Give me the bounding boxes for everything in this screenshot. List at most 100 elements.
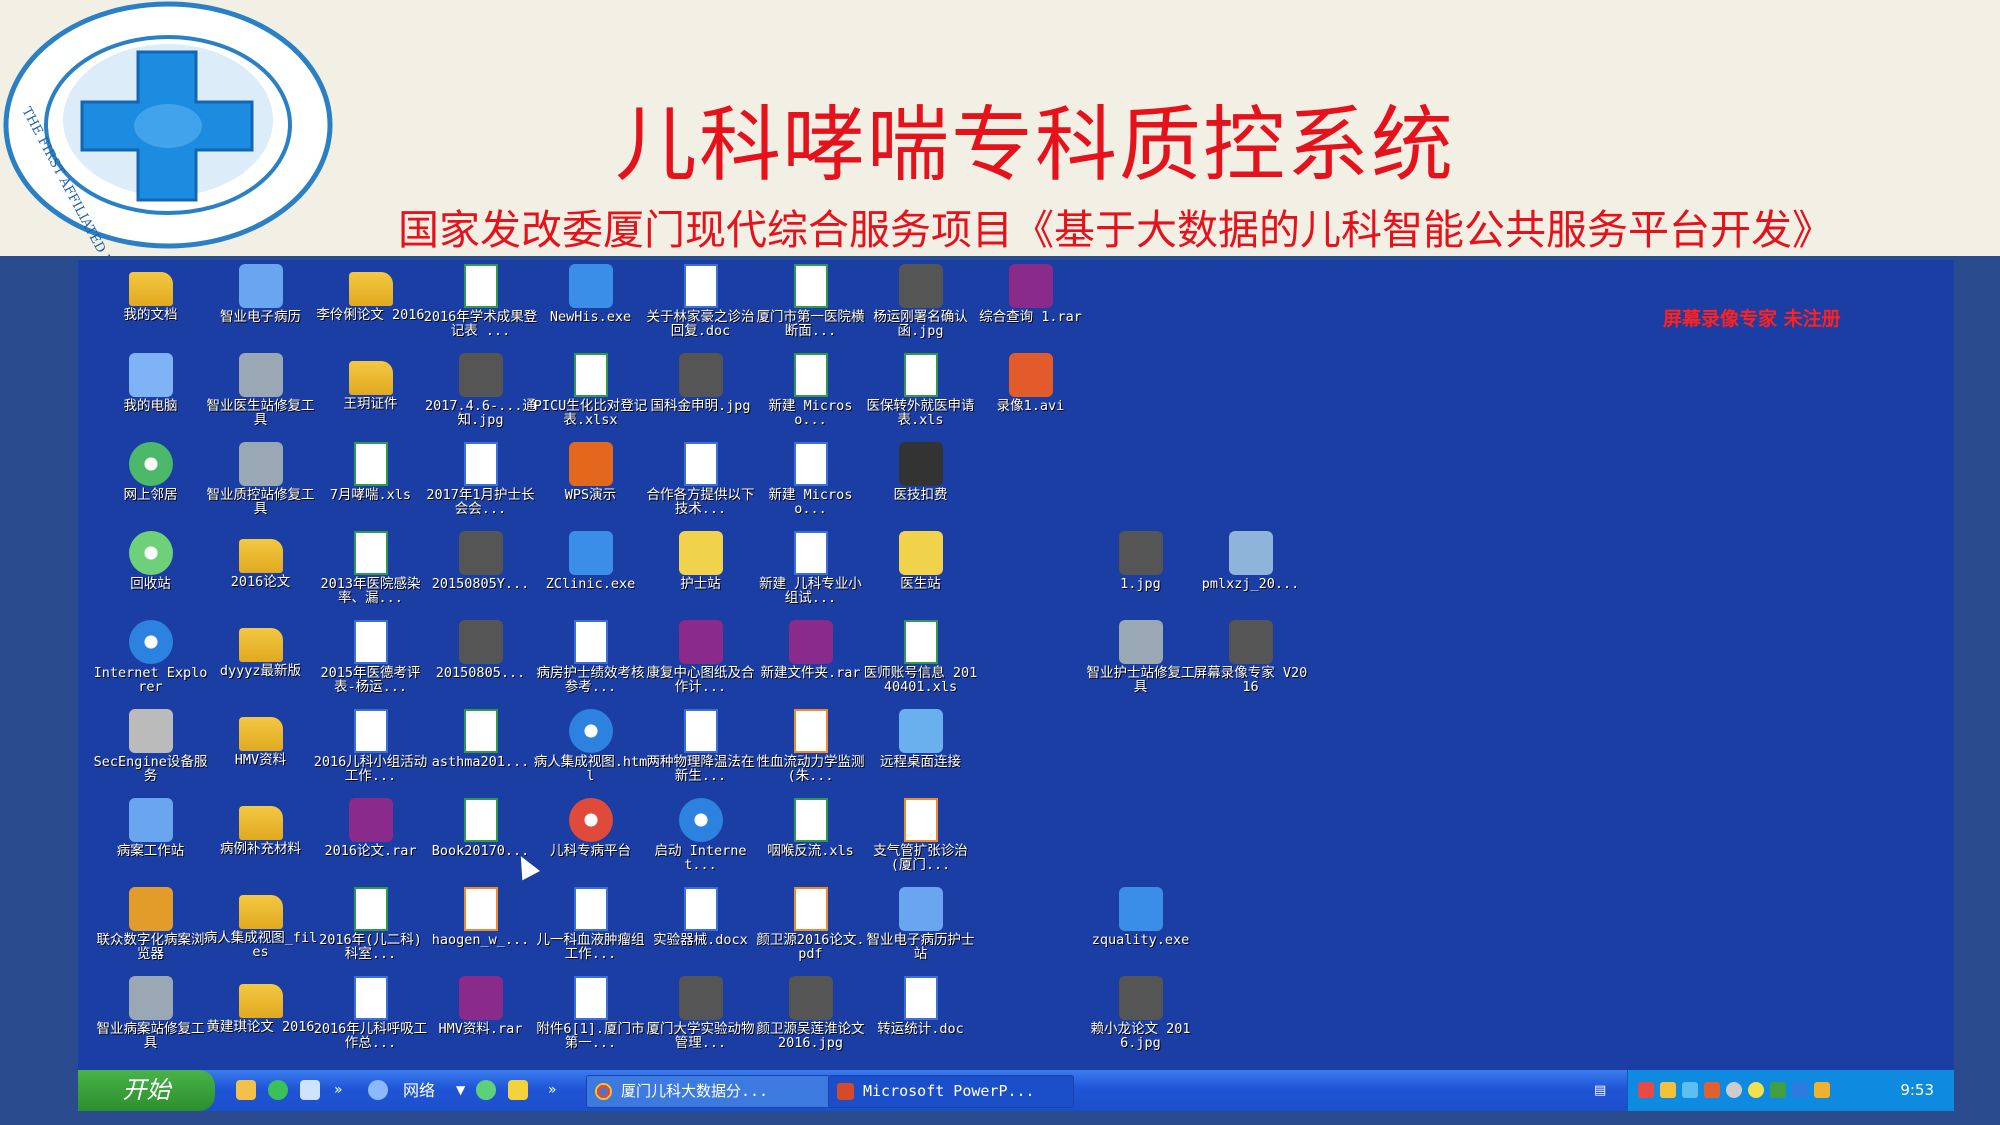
desktop-icon[interactable]: 智业电子病历护士站 xyxy=(863,887,978,961)
desktop-icon[interactable]: 颜卫源2016论文.pdf xyxy=(753,887,868,961)
desktop-icon[interactable]: SecEngine设备服务 xyxy=(93,709,208,783)
task-button-chrome[interactable]: 厦门儿科大数据分... xyxy=(586,1075,830,1108)
taskbar-overflow-chevron[interactable]: » xyxy=(548,1070,557,1111)
desktop-icon[interactable]: 李伶俐论文 2016 xyxy=(313,264,428,322)
desktop-icon[interactable]: 20150805Y... xyxy=(423,531,538,591)
desktop-icon[interactable]: 国科金申明.jpg xyxy=(643,353,758,413)
desktop-icon[interactable]: 厦门大学实验动物管理... xyxy=(643,976,758,1050)
desktop-icon[interactable]: 2016论文.rar xyxy=(313,798,428,858)
desktop-icon[interactable]: 合作各方提供以下技术... xyxy=(643,442,758,516)
desktop-icon[interactable]: 智业质控站修复工具 xyxy=(203,442,318,516)
desktop-icon[interactable]: pmlxzj_20... xyxy=(1193,531,1308,591)
desktop-icon[interactable]: 我的文档 xyxy=(93,264,208,322)
desktop-icon[interactable]: 20150805... xyxy=(423,620,538,680)
desktop-icon[interactable]: 智业护士站修复工具 xyxy=(1083,620,1198,694)
anchor-app-icon[interactable] xyxy=(508,1080,528,1100)
desktop-icon[interactable]: 病房护士绩效考核参考... xyxy=(533,620,648,694)
desktop-icon[interactable]: dyyyz最新版 xyxy=(203,620,318,678)
desktop-icon[interactable]: 综合查询 1.rar xyxy=(973,264,1088,324)
desktop-icon[interactable]: 赖小龙论文 2016.jpg xyxy=(1083,976,1198,1050)
tray-icon-4[interactable] xyxy=(1704,1082,1720,1098)
desktop-icon[interactable]: ZClinic.exe xyxy=(533,531,648,591)
desktop-icon[interactable]: 2013年医院感染率、漏... xyxy=(313,531,428,605)
desktop-icon[interactable]: 2017.4.6-...通知.jpg xyxy=(423,353,538,427)
desktop-icon[interactable]: HMV资料.rar xyxy=(423,976,538,1036)
tray-icon-6[interactable] xyxy=(1748,1082,1764,1098)
task-button-powerpoint[interactable]: Microsoft PowerP... xyxy=(828,1075,1074,1108)
desktop-icon[interactable]: 儿科专病平台 xyxy=(533,798,648,858)
browser-quicklaunch-icon[interactable] xyxy=(268,1080,288,1100)
desktop-icon[interactable]: 医保转外就医申请表.xls xyxy=(863,353,978,427)
desktop-icon[interactable]: 护士站 xyxy=(643,531,758,591)
desktop-icon[interactable]: 2016儿科小组活动工作... xyxy=(313,709,428,783)
desktop-icon[interactable]: NewHis.exe xyxy=(533,264,648,324)
quicklaunch-overflow-chevron[interactable]: » xyxy=(334,1070,343,1111)
desktop-icon[interactable]: HMV资料 xyxy=(203,709,318,767)
desktop-icon[interactable]: 录像1.avi xyxy=(973,353,1088,413)
desktop-icon[interactable]: 病人集成视图.html xyxy=(533,709,648,783)
desktop-icon[interactable]: 厦门市第一医院横断面... xyxy=(753,264,868,338)
desktop-icon[interactable]: 我的电脑 xyxy=(93,353,208,413)
desktop-icon[interactable]: 杨运刚署名确认函.jpg xyxy=(863,264,978,338)
desktop-icon[interactable]: 病案工作站 xyxy=(93,798,208,858)
desktop-icon[interactable]: haogen_w_... xyxy=(423,887,538,947)
desktop-icon[interactable]: 屏幕录像专家 V2016 xyxy=(1193,620,1308,694)
desktop-icon[interactable]: 新建 Microso... xyxy=(753,353,868,427)
desktop-icon[interactable]: 启动 Internet... xyxy=(643,798,758,872)
desktop-icon[interactable]: 转运统计.doc xyxy=(863,976,978,1036)
desktop-icon[interactable]: Internet Explorer xyxy=(93,620,208,694)
desktop-icon[interactable]: 2015年医德考评表-杨运... xyxy=(313,620,428,694)
desktop-icon[interactable]: 两种物理降温法在新生... xyxy=(643,709,758,783)
ie-quicklaunch-icon[interactable] xyxy=(368,1080,388,1100)
tray-icon-2[interactable] xyxy=(1660,1082,1676,1098)
desktop-icon[interactable]: 网上邻居 xyxy=(93,442,208,502)
desktop-icon[interactable]: 黄建琪论文 2016 xyxy=(203,976,318,1034)
tray-icon-8[interactable] xyxy=(1792,1082,1808,1098)
tray-icon-9[interactable] xyxy=(1814,1082,1830,1098)
clock[interactable]: 9:53 xyxy=(1900,1070,1934,1111)
desktop-quicklaunch-icon[interactable] xyxy=(300,1080,320,1100)
desktop-icon[interactable]: 王玥证件 xyxy=(313,353,428,411)
desktop-icon[interactable]: 医生站 xyxy=(863,531,978,591)
desktop-icon[interactable]: 实验器械.docx xyxy=(643,887,758,947)
desktop-icon[interactable]: 智业医生站修复工具 xyxy=(203,353,318,427)
desktop-icon[interactable]: 智业电子病历 xyxy=(203,264,318,324)
chevron-down-icon[interactable]: ▼ xyxy=(456,1070,465,1111)
desktop-icon[interactable]: WPS演示 xyxy=(533,442,648,502)
desktop-icon[interactable]: 医技扣费 xyxy=(863,442,978,502)
desktop-icon[interactable]: 支气管扩张诊治(厦门... xyxy=(863,798,978,872)
desktop-icon[interactable]: 性血流动力学监测(朱... xyxy=(753,709,868,783)
network-label[interactable]: 网络 xyxy=(403,1070,435,1111)
desktop-icon[interactable]: 智业病案站修复工具 xyxy=(93,976,208,1050)
desktop-icon[interactable]: 咽喉反流.xls xyxy=(753,798,868,858)
desktop-icon[interactable]: 远程桌面连接 xyxy=(863,709,978,769)
desktop-icon[interactable]: 颜卫源吴莲淮论文2016.jpg xyxy=(753,976,868,1050)
desktop-icon[interactable]: asthma201... xyxy=(423,709,538,769)
desktop-icon[interactable]: Book20170... xyxy=(423,798,538,858)
desktop-icon[interactable]: 附件6[1].厦门市第一... xyxy=(533,976,648,1050)
desktop-icon[interactable]: zquality.exe xyxy=(1083,887,1198,947)
tray-icon-7[interactable] xyxy=(1770,1082,1786,1098)
tray-icon-5[interactable] xyxy=(1726,1082,1742,1098)
desktop-icon[interactable]: 回收站 xyxy=(93,531,208,591)
tray-app-icon[interactable] xyxy=(476,1080,496,1100)
desktop-icon[interactable]: 联众数字化病案浏览器 xyxy=(93,887,208,961)
desktop-icon[interactable]: 2017年1月护士长会会... xyxy=(423,442,538,516)
desktop-icon[interactable]: 2016年(儿二科)科室... xyxy=(313,887,428,961)
desktop-icon[interactable]: 新建文件夹.rar xyxy=(753,620,868,680)
desktop-icon[interactable]: 病例补充材料 xyxy=(203,798,318,856)
desktop-icon[interactable]: PICU生化比对登记表.xlsx xyxy=(533,353,648,427)
desktop-icon[interactable]: 儿一科血液肿瘤组工作... xyxy=(533,887,648,961)
desktop-icon[interactable]: 医师账号信息 20140401.xls xyxy=(863,620,978,694)
desktop-icon[interactable]: 2016论文 xyxy=(203,531,318,589)
desktop-icon[interactable]: 2016年儿科呼吸工作总... xyxy=(313,976,428,1050)
desktop-icon[interactable]: 新建 儿科专业小组试... xyxy=(753,531,868,605)
tray-icon-1[interactable] xyxy=(1638,1082,1654,1098)
start-button[interactable]: 开始 xyxy=(78,1070,215,1111)
desktop-icon[interactable]: 关于林家豪之诊治回复.doc xyxy=(643,264,758,338)
keyboard-icon[interactable]: ▤ xyxy=(1594,1070,1606,1111)
explorer-quicklaunch-icon[interactable] xyxy=(236,1080,256,1100)
desktop-icon[interactable]: 病人集成视图_files xyxy=(203,887,318,959)
desktop-icon[interactable]: 7月哮喘.xls xyxy=(313,442,428,502)
tray-icon-3[interactable] xyxy=(1682,1082,1698,1098)
